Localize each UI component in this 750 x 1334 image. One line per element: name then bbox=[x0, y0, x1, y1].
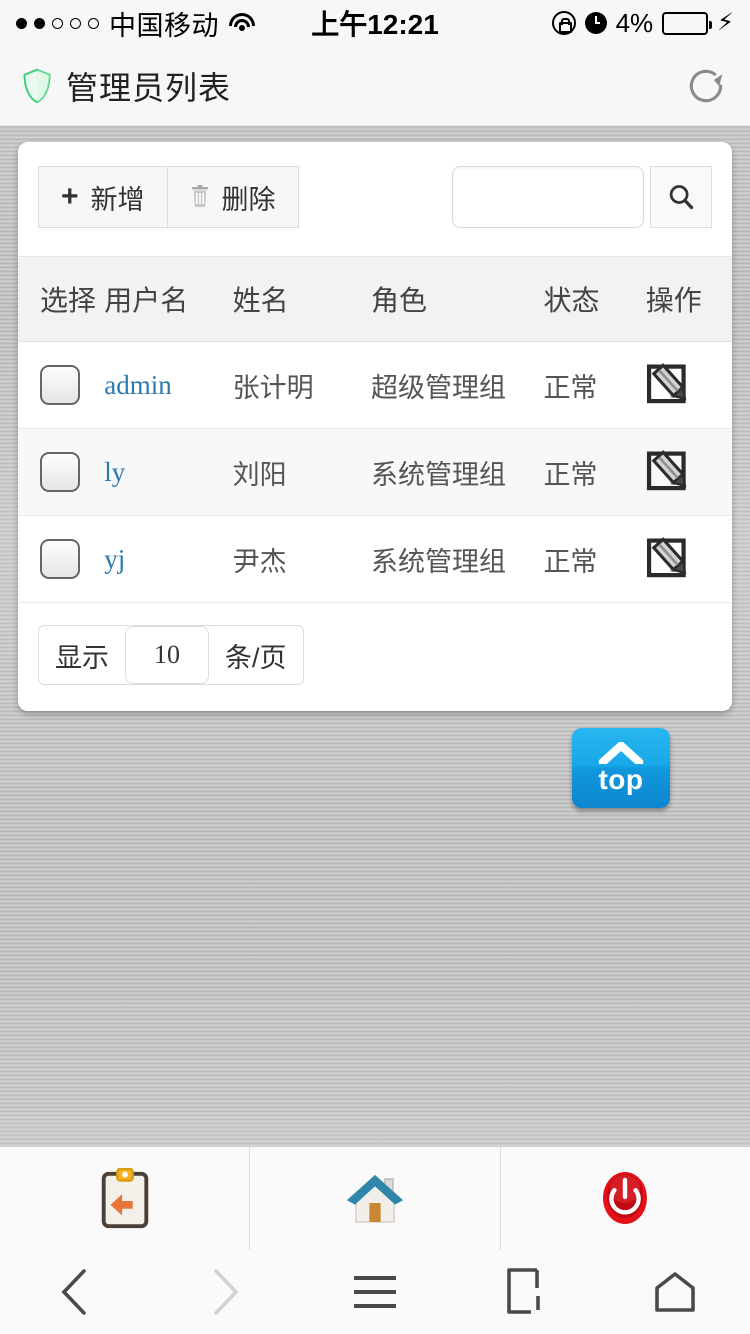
back-to-list-button[interactable] bbox=[0, 1147, 249, 1250]
column-header-status: 状态 bbox=[543, 257, 646, 342]
add-button[interactable]: + 新增 bbox=[38, 166, 168, 228]
phone-screen: 中国移动 上午12:21 4% ⚡ 管理员列表 + 新增 删除 选择 用户名 姓… bbox=[0, 0, 750, 1334]
column-header-action: 操作 bbox=[645, 257, 732, 342]
admin-table: 选择 用户名 姓名 角色 状态 操作 admin 张计明 超级管理组 正常 ly… bbox=[18, 257, 732, 603]
trash-icon bbox=[191, 185, 208, 207]
card-toolbar: + 新增 删除 bbox=[18, 142, 732, 257]
column-header-name: 姓名 bbox=[232, 257, 371, 342]
row-name: 尹杰 bbox=[232, 515, 371, 603]
page-content: + 新增 删除 选择 用户名 姓名 角色 状态 操作 admin 张计明 超级管… bbox=[0, 126, 750, 1146]
browser-forward-button[interactable] bbox=[150, 1250, 300, 1334]
page-size-input[interactable] bbox=[125, 626, 209, 684]
table-row[interactable]: ly 刘阳 系统管理组 正常 bbox=[18, 428, 732, 516]
search-button[interactable] bbox=[650, 166, 712, 228]
row-role: 系统管理组 bbox=[370, 515, 544, 603]
table-body: admin 张计明 超级管理组 正常 ly 刘阳 系统管理组 正常 yj 尹杰 … bbox=[18, 341, 732, 603]
chevron-up-icon bbox=[598, 742, 644, 764]
home-button[interactable] bbox=[249, 1147, 499, 1250]
lightning-bolt-icon: ⚡ bbox=[717, 9, 734, 36]
wifi-icon bbox=[229, 13, 255, 33]
row-select-cell bbox=[18, 341, 105, 429]
delete-button-label: 删除 bbox=[221, 184, 276, 215]
power-icon bbox=[603, 1171, 648, 1224]
page-size-selector: 显示 条/页 bbox=[38, 625, 304, 685]
scroll-to-top-label: top bbox=[598, 764, 644, 795]
rotation-lock-icon bbox=[551, 11, 576, 35]
page-header: 管理员列表 bbox=[0, 46, 750, 126]
admin-list-card: + 新增 删除 选择 用户名 姓名 角色 状态 操作 admin 张计明 超级管… bbox=[18, 142, 732, 711]
table-header: 选择 用户名 姓名 角色 状态 操作 bbox=[18, 257, 732, 342]
browser-menu-button[interactable] bbox=[300, 1250, 450, 1334]
table-row[interactable]: admin 张计明 超级管理组 正常 bbox=[18, 341, 732, 429]
scroll-to-top-button[interactable]: top bbox=[572, 728, 670, 808]
refresh-icon[interactable] bbox=[684, 64, 728, 108]
row-role: 系统管理组 bbox=[370, 428, 544, 516]
home-outline-icon bbox=[655, 1272, 695, 1312]
row-checkbox[interactable] bbox=[40, 539, 80, 579]
table-row[interactable]: yj 尹杰 系统管理组 正常 bbox=[18, 515, 732, 603]
battery-percent: 4% bbox=[615, 7, 654, 38]
status-bar: 中国移动 上午12:21 4% ⚡ bbox=[0, 0, 750, 46]
row-select-cell bbox=[18, 515, 105, 603]
row-checkbox[interactable] bbox=[40, 452, 80, 492]
row-select-cell bbox=[18, 428, 105, 516]
row-action-cell bbox=[645, 428, 732, 516]
browser-nav-bar bbox=[0, 1250, 750, 1334]
search-input[interactable] bbox=[452, 166, 644, 228]
logout-button[interactable] bbox=[499, 1147, 750, 1250]
card-footer: 显示 条/页 bbox=[18, 603, 732, 711]
row-action-cell bbox=[645, 341, 732, 429]
alarm-clock-icon bbox=[584, 12, 607, 34]
battery-icon bbox=[662, 11, 713, 35]
add-button-label: 新增 bbox=[90, 184, 145, 215]
chevron-left-icon bbox=[61, 1269, 86, 1315]
page-size-suffix: 条/页 bbox=[225, 642, 287, 673]
status-bar-right: 4% ⚡ bbox=[551, 7, 734, 39]
chevron-right-icon bbox=[214, 1269, 239, 1315]
row-role: 超级管理组 bbox=[370, 341, 544, 429]
edit-icon[interactable] bbox=[646, 536, 692, 582]
row-name: 刘阳 bbox=[232, 428, 371, 516]
browser-back-button[interactable] bbox=[0, 1250, 150, 1334]
row-name: 张计明 bbox=[232, 341, 371, 429]
hamburger-menu-icon bbox=[354, 1276, 396, 1308]
edit-icon[interactable] bbox=[646, 449, 692, 495]
tabs-icon bbox=[507, 1268, 540, 1314]
shield-icon bbox=[23, 68, 51, 103]
home-icon bbox=[346, 1174, 404, 1223]
column-header-role: 角色 bbox=[370, 257, 544, 342]
delete-button[interactable]: 删除 bbox=[167, 166, 299, 228]
clipboard-back-icon bbox=[101, 1167, 148, 1228]
app-toolbar bbox=[0, 1146, 750, 1250]
browser-tabs-button[interactable] bbox=[450, 1250, 600, 1334]
row-status: 正常 bbox=[543, 515, 646, 603]
page-title: 管理员列表 bbox=[66, 69, 232, 106]
status-bar-left: 中国移动 bbox=[16, 4, 255, 43]
column-header-username: 用户名 bbox=[104, 257, 233, 342]
plus-icon: + bbox=[61, 180, 79, 213]
row-status: 正常 bbox=[543, 428, 646, 516]
username-link[interactable]: admin bbox=[104, 370, 172, 400]
signal-strength-icon bbox=[16, 17, 99, 29]
search-icon bbox=[669, 185, 694, 210]
search-area bbox=[452, 166, 712, 228]
column-header-select: 选择 bbox=[18, 257, 105, 342]
carrier-name: 中国移动 bbox=[109, 10, 219, 41]
row-status: 正常 bbox=[543, 341, 646, 429]
row-checkbox[interactable] bbox=[40, 365, 80, 405]
page-size-prefix: 显示 bbox=[55, 642, 109, 673]
action-button-group: + 新增 删除 bbox=[38, 166, 299, 228]
username-link[interactable]: yj bbox=[104, 544, 125, 574]
browser-home-button[interactable] bbox=[600, 1250, 750, 1334]
username-link[interactable]: ly bbox=[104, 457, 125, 487]
edit-icon[interactable] bbox=[646, 362, 692, 408]
row-action-cell bbox=[645, 515, 732, 603]
